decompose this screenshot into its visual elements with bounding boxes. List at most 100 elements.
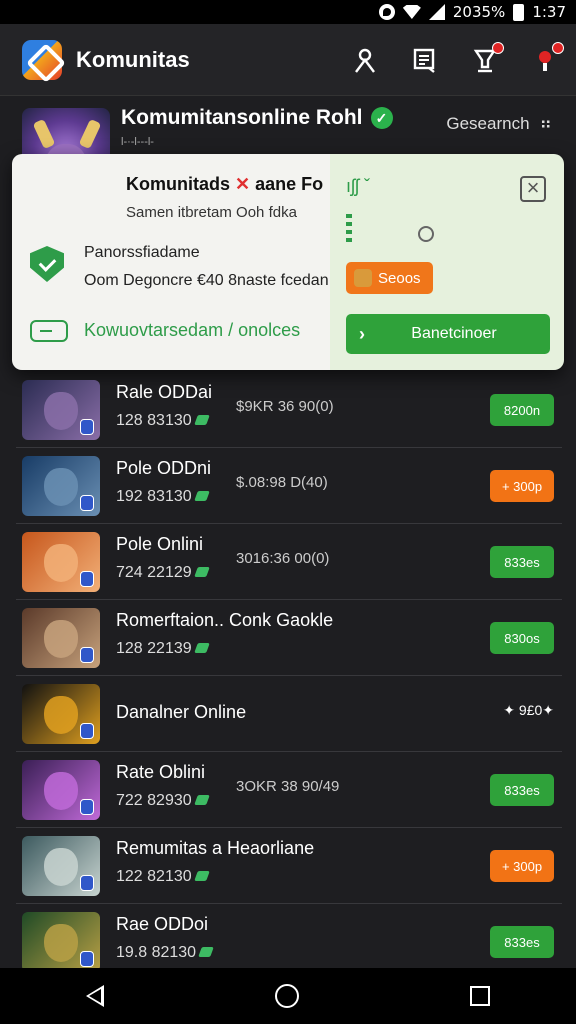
- list-item[interactable]: Romerftaion.. Conk Gaokle 128 22139 830os: [16, 600, 562, 676]
- item-name: Romerftaion.. Conk Gaokle: [116, 610, 334, 630]
- hero-section: Komumitansonline Rohl ✓ l-·-l---l- Gesea…: [0, 96, 576, 376]
- offer-badge-label: Seoos: [378, 269, 421, 287]
- alerts-button[interactable]: [532, 41, 564, 73]
- promo-popup: Komunitads ✕ aane Fo Samen itbretam Ooh …: [12, 154, 564, 370]
- item-meta-text: 128 83130: [116, 412, 192, 429]
- character-face-shape: [44, 923, 78, 962]
- character-face-shape: [44, 695, 78, 734]
- list-item[interactable]: Pole ODDni 192 83130 $.08:98 D(40) + 300p: [16, 448, 562, 524]
- item-action-button[interactable]: 833es: [490, 774, 554, 806]
- level-badge-icon: [80, 494, 94, 511]
- item-action-button[interactable]: 830os: [490, 622, 554, 654]
- status-icon: [193, 871, 210, 881]
- level-badge-icon: [80, 646, 94, 663]
- list-item[interactable]: Rae ODDoi 19.8 82130 833es: [16, 904, 562, 968]
- level-badge-icon: [80, 570, 94, 587]
- popup-title-b: aane Fo: [255, 174, 324, 194]
- content-area: Komumitansonline Rohl ✓ l-·-l---l- Gesea…: [0, 96, 576, 968]
- list-item[interactable]: Pole Onlini 724 22129 3016:36 00(0) 833es: [16, 524, 562, 600]
- alert-badge: [552, 41, 564, 54]
- list-item[interactable]: Remumitas a Heaorliane 122 82130 + 300p: [16, 828, 562, 904]
- search-label: Gesearnch: [446, 114, 530, 133]
- info-icon[interactable]: [418, 226, 434, 242]
- horn-left-shape: [32, 118, 56, 150]
- item-action-button[interactable]: 8200n: [490, 394, 554, 426]
- profile-button[interactable]: [352, 47, 378, 73]
- list-item[interactable]: Danalner Online ✦ 9£0✦: [16, 676, 562, 752]
- hero-title: Komumitansonline Rohl ✓: [121, 106, 393, 130]
- verified-icon: ✓: [370, 107, 393, 129]
- level-badge-icon: [80, 798, 94, 815]
- item-price: $.08:98 D(40): [236, 474, 328, 491]
- popup-title-a: Komunitads: [126, 174, 231, 194]
- popup-link[interactable]: Kowuovtarsedam / onolces: [84, 320, 300, 341]
- game-thumbnail[interactable]: [22, 379, 100, 440]
- character-face-shape: [44, 467, 78, 506]
- item-meta-text: 122 82130: [116, 868, 192, 885]
- item-name: Danalner Online: [116, 702, 247, 722]
- character-face-shape: [44, 771, 78, 810]
- game-thumbnail[interactable]: [22, 835, 100, 896]
- item-action-button[interactable]: + 300p: [490, 470, 554, 502]
- item-name: Rae ODDoi: [116, 914, 209, 934]
- offer-badge[interactable]: Seoos: [346, 262, 433, 294]
- item-action-button[interactable]: 833es: [490, 926, 554, 958]
- close-button[interactable]: ×: [520, 176, 546, 202]
- notifications-button[interactable]: [472, 41, 504, 73]
- system-nav-bar: [0, 968, 576, 1024]
- status-icon: [193, 795, 210, 805]
- shield-icon: [30, 246, 64, 282]
- status-bar: 2035% 1:37: [0, 0, 576, 24]
- more-icon: ⠶: [539, 114, 552, 133]
- item-meta-text: 128 22139: [116, 640, 192, 657]
- item-action-button[interactable]: + 300p: [490, 850, 554, 882]
- popup-title-x: ✕: [235, 174, 251, 194]
- game-thumbnail[interactable]: [22, 531, 100, 592]
- item-meta: 724 22129: [116, 564, 210, 582]
- game-thumbnail[interactable]: [22, 607, 100, 668]
- back-button[interactable]: [85, 985, 104, 1007]
- level-badge-icon: [80, 418, 94, 435]
- app-logo: [22, 39, 62, 80]
- recents-button[interactable]: [470, 986, 491, 1006]
- status-icon: [198, 947, 214, 957]
- game-thumbnail[interactable]: [22, 683, 100, 744]
- level-badge-icon: [80, 722, 94, 739]
- popup-right-panel: ıʃʃ ˇ × Seoos › Banetcinoer: [330, 154, 564, 370]
- character-face-shape: [44, 847, 78, 886]
- message-icon: [413, 48, 435, 73]
- app-bar: Komunitas: [0, 24, 576, 96]
- horn-right-shape: [78, 118, 102, 150]
- item-meta: 128 22139: [116, 640, 210, 658]
- item-action-button[interactable]: 833es: [490, 546, 554, 578]
- item-meta: 19.8 82130: [116, 944, 214, 962]
- item-name: Rate Oblini: [116, 762, 206, 782]
- game-thumbnail[interactable]: [22, 455, 100, 516]
- battery-percent: 2035%: [452, 3, 506, 21]
- item-action-button[interactable]: ✦ 9£0✦: [503, 702, 554, 719]
- item-price: 3016:36 00(0): [236, 550, 330, 567]
- signal-icon: [428, 4, 445, 20]
- cta-button[interactable]: › Banetcinoer: [346, 314, 550, 354]
- chevron-right-icon: ›: [359, 323, 365, 344]
- item-price: $9KR 36 90(0): [236, 398, 334, 415]
- popup-left-panel: Komunitads ✕ aane Fo Samen itbretam Ooh …: [12, 154, 330, 370]
- item-meta-text: 724 22129: [116, 564, 192, 581]
- list-item[interactable]: Rale ODDai 128 83130 $9KR 36 90(0) 8200n: [16, 372, 562, 448]
- notification-badge: [492, 41, 504, 54]
- item-meta-text: 19.8 82130: [116, 944, 197, 961]
- item-name: Rale ODDai: [116, 382, 213, 402]
- game-thumbnail[interactable]: [22, 911, 100, 968]
- person-icon: [355, 48, 375, 73]
- appbar-actions: [352, 41, 564, 73]
- status-icon: [193, 415, 210, 425]
- search-link[interactable]: Gesearnch ⠶: [446, 114, 552, 134]
- messages-button[interactable]: [412, 47, 438, 73]
- character-face-shape: [44, 543, 78, 582]
- home-button[interactable]: [274, 984, 299, 1008]
- game-list: Rale ODDai 128 83130 $9KR 36 90(0) 8200n Pol…: [16, 372, 562, 968]
- hero-title-text: Komumitansonline Rohl: [121, 106, 363, 129]
- list-item[interactable]: Rate Oblini 722 82930 3OKR 38 90/49 833es: [16, 752, 562, 828]
- offer-thumbnail-icon: [354, 269, 372, 287]
- game-thumbnail[interactable]: [22, 759, 100, 820]
